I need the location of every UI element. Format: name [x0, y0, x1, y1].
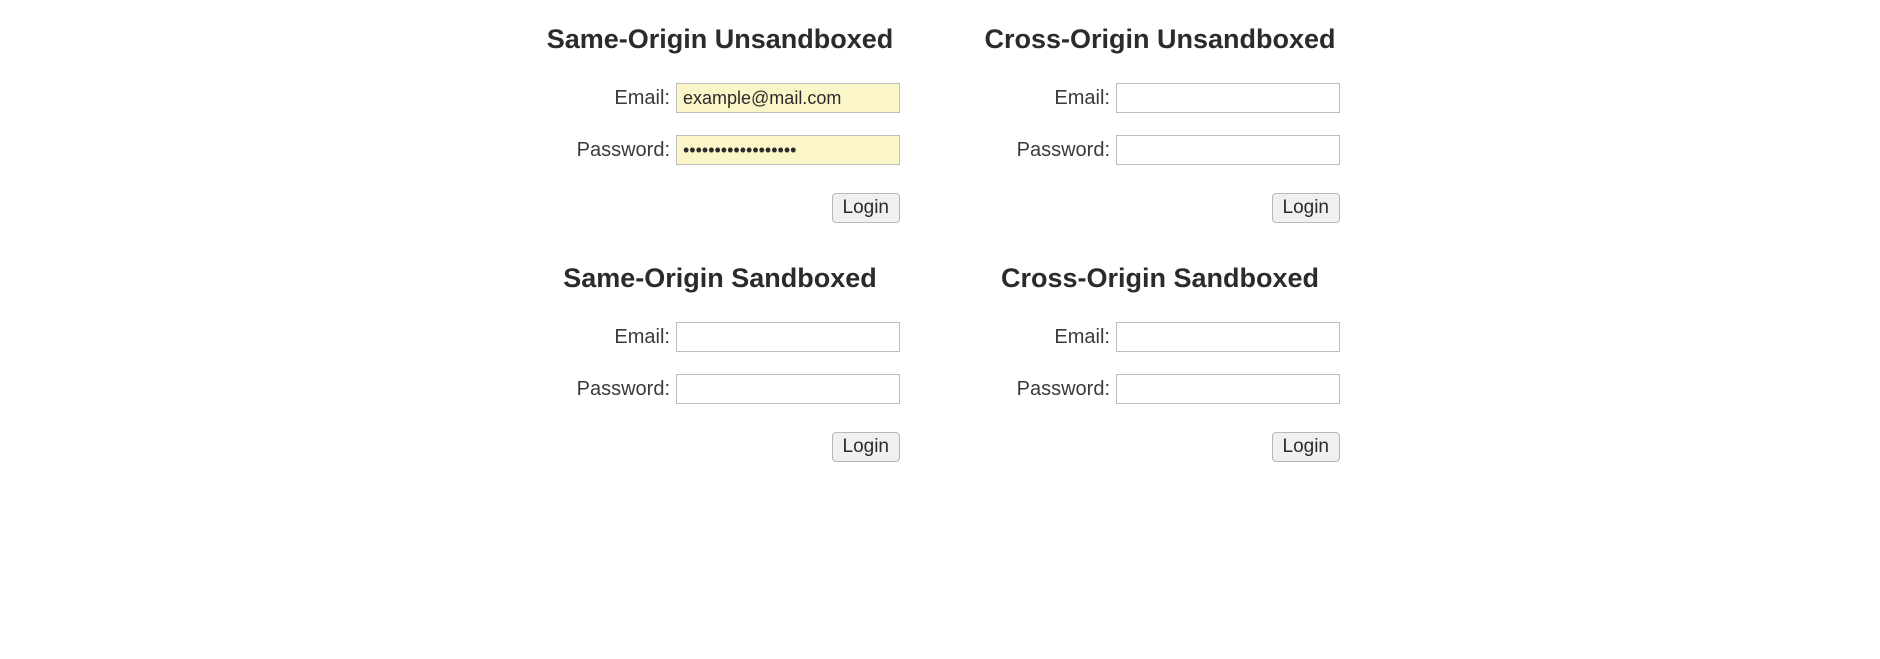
panel-title: Cross-Origin Sandboxed: [1001, 263, 1319, 294]
panel-title: Same-Origin Unsandboxed: [547, 24, 894, 55]
login-form: Email: Password: Login: [540, 322, 900, 462]
login-form: Email: Password: Login: [980, 322, 1340, 462]
email-input[interactable]: [676, 322, 900, 352]
panel-same-origin-unsandboxed: Same-Origin Unsandboxed Email: Password:…: [510, 24, 930, 223]
submit-row: Login: [832, 432, 901, 462]
password-input[interactable]: [1116, 374, 1340, 404]
submit-row: Login: [1272, 432, 1341, 462]
page: Same-Origin Unsandboxed Email: Password:…: [0, 0, 1880, 462]
login-button[interactable]: Login: [832, 432, 901, 462]
login-button[interactable]: Login: [1272, 432, 1341, 462]
email-row: Email:: [614, 83, 900, 113]
password-row: Password:: [577, 374, 900, 404]
password-row: Password:: [577, 135, 900, 165]
password-label: Password:: [1017, 378, 1110, 401]
password-input[interactable]: [676, 374, 900, 404]
password-label: Password:: [1017, 139, 1110, 162]
panel-cross-origin-sandboxed: Cross-Origin Sandboxed Email: Password: …: [950, 263, 1370, 462]
email-label: Email:: [1054, 326, 1110, 349]
email-row: Email:: [1054, 322, 1340, 352]
email-row: Email:: [614, 322, 900, 352]
email-label: Email:: [614, 87, 670, 110]
email-input[interactable]: [1116, 83, 1340, 113]
login-button[interactable]: Login: [1272, 193, 1341, 223]
email-label: Email:: [1054, 87, 1110, 110]
email-label: Email:: [614, 326, 670, 349]
password-label: Password:: [577, 139, 670, 162]
login-form: Email: Password: Login: [540, 83, 900, 223]
panel-cross-origin-unsandboxed: Cross-Origin Unsandboxed Email: Password…: [950, 24, 1370, 223]
panel-title: Cross-Origin Unsandboxed: [984, 24, 1335, 55]
password-input[interactable]: [676, 135, 900, 165]
email-input[interactable]: [676, 83, 900, 113]
login-button[interactable]: Login: [832, 193, 901, 223]
submit-row: Login: [832, 193, 901, 223]
panel-same-origin-sandboxed: Same-Origin Sandboxed Email: Password: L…: [510, 263, 930, 462]
password-row: Password:: [1017, 374, 1340, 404]
login-form: Email: Password: Login: [980, 83, 1340, 223]
panel-title: Same-Origin Sandboxed: [563, 263, 877, 294]
password-row: Password:: [1017, 135, 1340, 165]
submit-row: Login: [1272, 193, 1341, 223]
password-label: Password:: [577, 378, 670, 401]
password-input[interactable]: [1116, 135, 1340, 165]
email-row: Email:: [1054, 83, 1340, 113]
email-input[interactable]: [1116, 322, 1340, 352]
panels-grid: Same-Origin Unsandboxed Email: Password:…: [0, 24, 1880, 462]
